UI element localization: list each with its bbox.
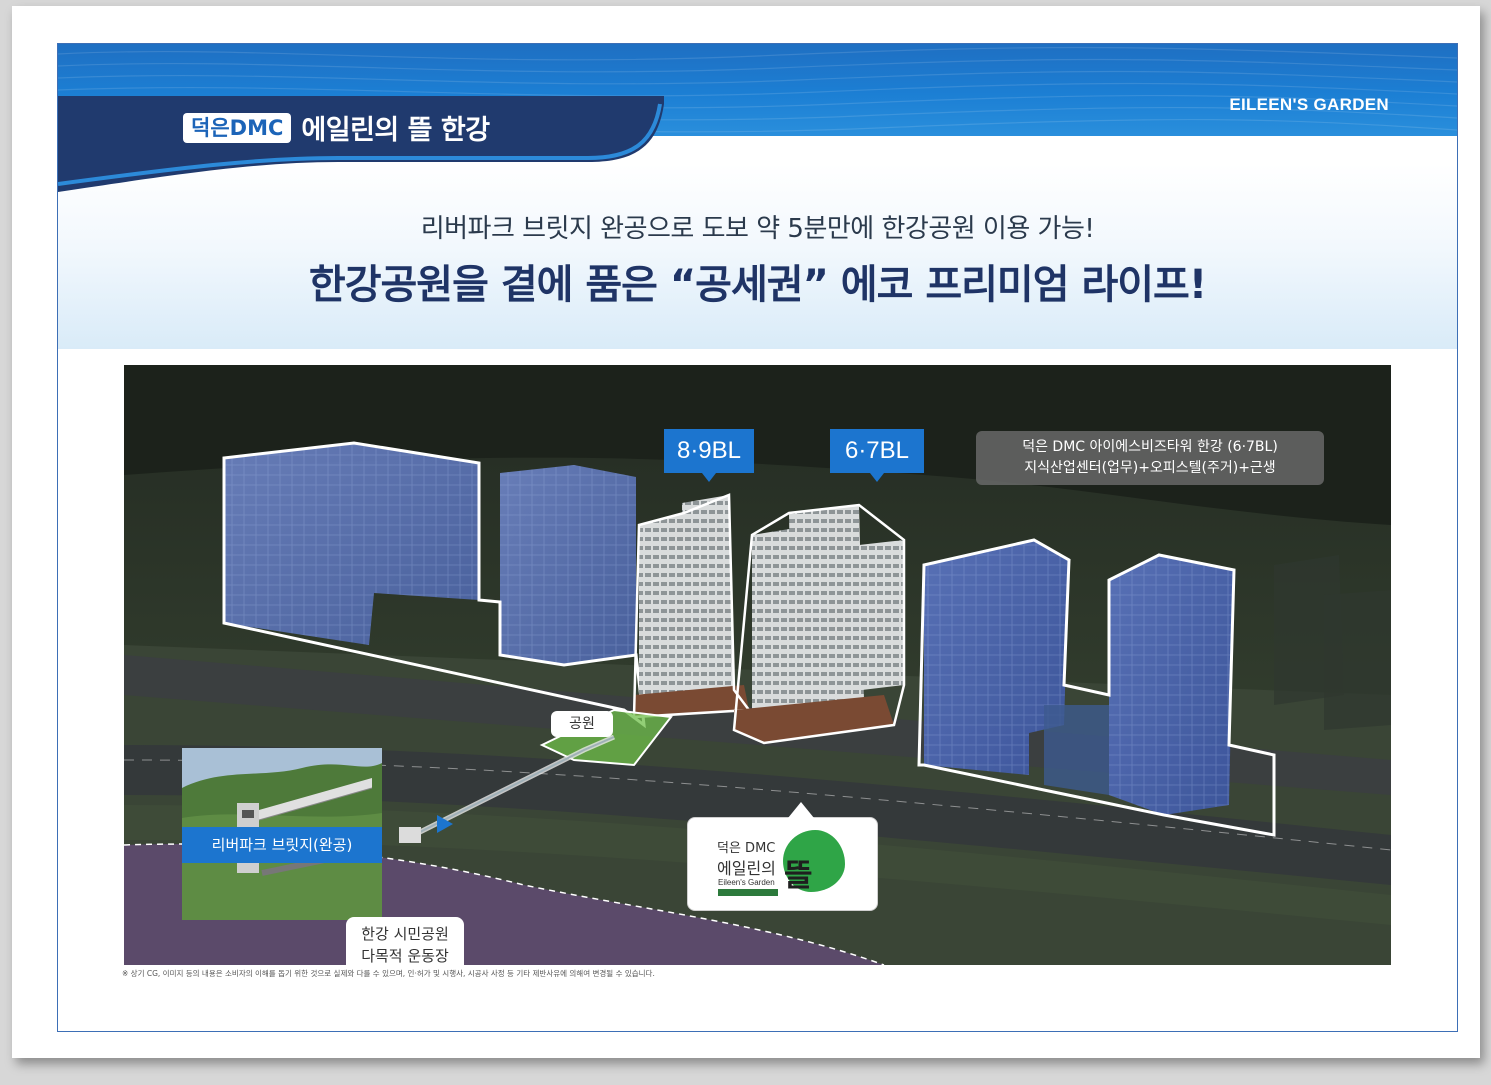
- site-logo-callout: 덕은 DMC 에일린의 Eileen's Garden 뜰: [687, 802, 878, 911]
- logo-subtitle: 덕은 DMC: [717, 841, 776, 856]
- aerial-render: 8·9BL 6·7BL 덕은 DMC 아이에스비즈타워 한강 (6·7BL) 지…: [124, 365, 1391, 965]
- subheadline: 리버파크 브릿지 완공으로 도보 약 5분만에 한강공원 이용 가능!: [420, 214, 1095, 244]
- dmc-tag: 덕은DMC: [183, 112, 292, 143]
- park-label: 공원: [551, 711, 613, 737]
- info-box: 덕은 DMC 아이에스비즈타워 한강 (6·7BL) 지식산업센터(업무)+오피…: [976, 431, 1324, 485]
- logo-english: Eileen's Garden: [718, 878, 775, 887]
- info-line-2: 지식산업센터(업무)+오피스텔(주거)+근생: [1024, 460, 1276, 476]
- bridge-caption: 리버파크 브릿지(완공): [182, 827, 382, 863]
- sports-field-label: 한강 시민공원 다목적 운동장: [346, 917, 464, 965]
- logo-name: 에일린의: [717, 859, 776, 878]
- block-label-6-7: 6·7BL: [830, 429, 924, 482]
- document-sheet: EILEEN'S GARDEN 덕은DMC 에일린의 뜰 한강 리버파크 브릿지…: [12, 6, 1480, 1058]
- arrow-right-icon: [437, 815, 453, 833]
- main-headline: 한강공원을 곁에 품은 “공세권” 에코 프리미엄 라이프!: [308, 262, 1207, 308]
- page-title: 에일린의 뜰 한강: [301, 115, 490, 146]
- block-label-8-9: 8·9BL: [664, 429, 754, 482]
- title-row: 덕은DMC 에일린의 뜰 한강: [183, 108, 490, 147]
- brochure-page: EILEEN'S GARDEN 덕은DMC 에일린의 뜰 한강 리버파크 브릿지…: [57, 43, 1458, 1032]
- logo-bar: [718, 889, 778, 896]
- disclaimer: ※ 상기 CG, 이미지 등의 내용은 소비자의 이해를 돕기 위한 것으로 실…: [122, 969, 655, 978]
- logo-character: 뜰: [784, 858, 813, 894]
- sports-line-1: 한강 시민공원: [361, 925, 449, 943]
- brand-name: EILEEN'S GARDEN: [1229, 95, 1389, 114]
- sports-line-2: 다목적 운동장: [361, 947, 449, 965]
- info-line-1: 덕은 DMC 아이에스비즈타워 한강 (6·7BL): [1022, 439, 1278, 455]
